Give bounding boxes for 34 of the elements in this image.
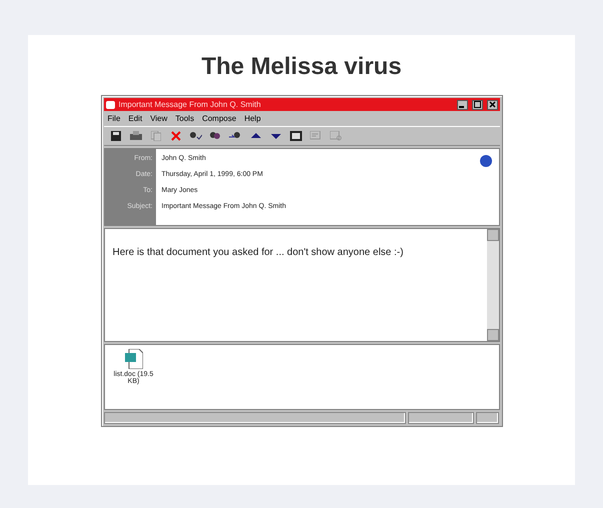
menu-item[interactable]: View — [150, 114, 168, 123]
address-book-button[interactable] — [288, 129, 304, 143]
printer-icon — [130, 131, 142, 141]
document-icon[interactable] — [124, 349, 142, 369]
scroll-up-button[interactable] — [486, 229, 498, 241]
slide-title: The Melissa virus — [201, 53, 402, 81]
menu-item[interactable]: File — [108, 114, 120, 123]
menu-item[interactable]: Help — [244, 114, 261, 123]
reply-icon — [189, 131, 202, 141]
scrollbar[interactable] — [486, 229, 498, 341]
scroll-down-button[interactable] — [486, 329, 498, 341]
down-arrow-icon — [270, 132, 280, 140]
envelope-icon — [106, 100, 114, 108]
menu-item[interactable]: Tools — [175, 114, 194, 123]
maximize-icon — [474, 101, 480, 108]
forward-icon — [229, 131, 242, 141]
message-text: Here is that document you asked for ... don't show anyone else :-) — [112, 246, 404, 260]
up-arrow-icon — [250, 132, 260, 140]
attachment-icon — [330, 131, 342, 141]
reply-all-icon — [209, 131, 222, 141]
status-bar-pane — [476, 412, 500, 424]
window-title: Important Message From John Q. Smith — [118, 100, 262, 109]
maximize-button[interactable] — [472, 100, 482, 110]
message-icon — [310, 131, 322, 141]
print-button[interactable] — [128, 129, 144, 143]
close-icon — [488, 101, 496, 108]
copy-icon — [150, 131, 160, 141]
minimize-button[interactable] — [456, 100, 468, 110]
address-book-icon — [290, 131, 302, 141]
menu-item[interactable]: Edit — [128, 114, 142, 123]
delete-icon — [170, 131, 180, 141]
status-bar-pane — [408, 412, 474, 424]
close-button[interactable] — [486, 100, 498, 110]
menu-item[interactable]: Compose — [202, 114, 236, 123]
